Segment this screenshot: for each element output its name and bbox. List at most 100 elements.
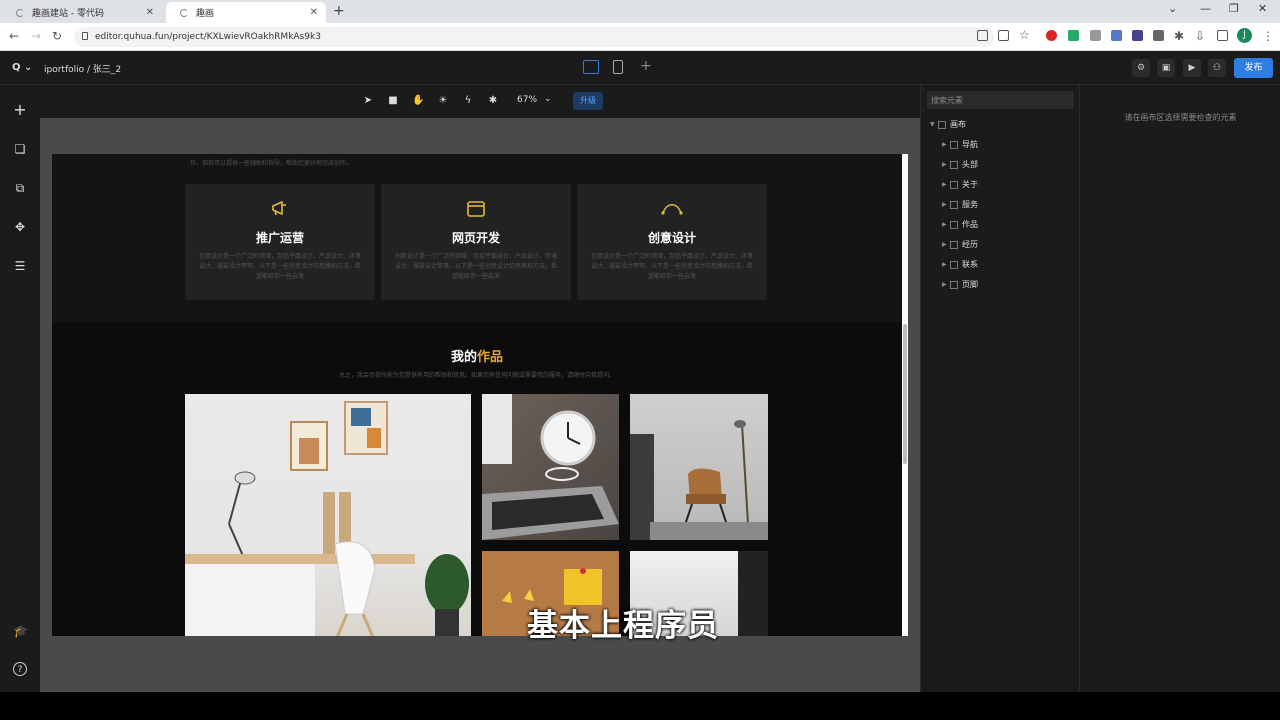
desktop-view-icon[interactable] (583, 60, 599, 74)
extension-icon[interactable] (1153, 30, 1164, 41)
download-icon[interactable]: ⇩ (1195, 29, 1205, 43)
address-bar: ← → ↻ editor.quhua.fun/project/KXLwievRO… (0, 23, 1280, 51)
service-description: 创意设计是一个广泛的领域，包括平面设计、产品设计、环境设计、服装设计等等。以下是… (591, 253, 754, 280)
sun-icon[interactable]: ☀ (437, 95, 449, 107)
layer-search-input[interactable] (927, 91, 1074, 109)
database-icon[interactable]: ☰ (13, 259, 27, 273)
extension-icon[interactable] (1046, 30, 1057, 41)
frame-icon (950, 160, 958, 169)
new-tab-icon[interactable]: + (333, 3, 345, 19)
editor-top-bar: Q ⌄ iportfolio / 张三_2 + ⚙ ▣ ▶ ⚇ 发布 (0, 51, 1280, 85)
star-icon[interactable]: ☆ (1019, 28, 1030, 42)
caret-right-icon[interactable]: ▶ (942, 261, 950, 268)
layer-label: 头部 (962, 160, 978, 169)
publish-button[interactable]: 发布 (1234, 58, 1273, 78)
left-rail: + ❏ ⧉ ✥ ☰ 🎓 ? (0, 85, 40, 692)
components-icon[interactable]: ✥ (13, 220, 27, 234)
reload-icon[interactable]: ↻ (52, 29, 62, 43)
layer-item[interactable]: ▶ 服务 (942, 199, 978, 210)
cursor-icon[interactable]: ➤ (362, 95, 374, 107)
sidebar-icon[interactable] (1217, 30, 1228, 41)
upgrade-button[interactable]: 升级 (573, 92, 603, 110)
scrollbar-thumb[interactable] (903, 324, 907, 464)
editor-canvas[interactable]: 作。但我可以提供一些辅助和指导，帮助您更好地完成创作。 推广运营 创意设计是一个… (40, 118, 920, 692)
url-field[interactable]: editor.quhua.fun/project/KXLwievROakhRMk… (74, 27, 994, 47)
play-icon[interactable]: ▶ (1183, 59, 1201, 77)
install-icon[interactable] (977, 30, 988, 41)
layer-item[interactable]: ▶ 作品 (942, 219, 978, 230)
puzzle-icon[interactable]: ✱ (487, 95, 499, 107)
megaphone-icon (185, 200, 375, 218)
lightning-icon[interactable]: ϟ (462, 95, 474, 107)
service-title: 推广运营 (255, 231, 304, 245)
caret-right-icon[interactable]: ▶ (942, 201, 950, 208)
pages-icon[interactable]: ❏ (13, 142, 27, 156)
breadcrumb[interactable]: iportfolio / 张三_2 (44, 62, 121, 75)
layers-icon[interactable]: ⧉ (13, 181, 27, 195)
extension-icon[interactable] (1132, 30, 1143, 41)
service-card[interactable]: 推广运营 创意设计是一个广泛的领域，包括平面设计、产品设计、环境设计、服装设计等… (185, 184, 375, 300)
caret-right-icon[interactable]: ▶ (942, 141, 950, 148)
share-icon[interactable] (998, 30, 1009, 41)
app-logo[interactable]: Q ⌄ (12, 62, 32, 73)
works-section[interactable]: 我的作品 总之，我会尽我所能为您提供有用的帮助和信息。如果您有任何问题或需要我的… (52, 322, 902, 636)
caret-right-icon[interactable]: ▶ (942, 221, 950, 228)
chevron-down-icon[interactable]: ⌄ (1168, 2, 1177, 15)
service-card[interactable]: 创意设计 创意设计是一个广泛的领域，包括平面设计、产品设计、环境设计、服装设计等… (577, 184, 767, 300)
page-preview[interactable]: 作。但我可以提供一些辅助和指导，帮助您更好地完成创作。 推广运营 创意设计是一个… (52, 154, 902, 636)
frame-icon (938, 120, 946, 129)
browser-tab-2[interactable]: 趣画 ✕ (166, 2, 326, 23)
loading-icon (180, 8, 188, 17)
users-icon[interactable]: ⚇ (1208, 59, 1226, 77)
service-card[interactable]: 网页开发 创意设计是一个广泛的领域，包括平面设计、产品设计、环境设计、服装设计等… (381, 184, 571, 300)
layer-item[interactable]: ▶ 联系 (942, 259, 978, 270)
layer-item[interactable]: ▶ 头部 (942, 159, 978, 170)
loading-icon (16, 8, 24, 17)
caret-right-icon[interactable]: ▶ (942, 161, 950, 168)
hand-icon[interactable]: ✋ (412, 95, 424, 107)
canvas-scrollbar[interactable] (902, 154, 908, 636)
frame-icon (950, 200, 958, 209)
caret-right-icon[interactable]: ▶ (942, 181, 950, 188)
layer-item[interactable]: ▶ 页脚 (942, 279, 978, 290)
forward-icon[interactable]: → (31, 29, 41, 43)
close-window-icon[interactable]: ✕ (1258, 2, 1267, 15)
extension-icon[interactable] (1111, 30, 1122, 41)
frame-icon (950, 280, 958, 289)
restore-icon[interactable]: ❐ (1229, 2, 1239, 15)
work-image-chair[interactable] (630, 394, 768, 540)
avatar[interactable]: J (1237, 28, 1252, 43)
help-icon[interactable]: ? (13, 662, 27, 676)
layer-item[interactable]: ▶ 经历 (942, 239, 978, 250)
back-icon[interactable]: ← (9, 29, 19, 43)
caret-right-icon[interactable]: ▶ (942, 281, 950, 288)
zoom-level[interactable]: 67% (517, 95, 537, 105)
extension-icon[interactable] (1090, 30, 1101, 41)
layer-item[interactable]: ▶ 关于 (942, 179, 978, 190)
bezier-curve-icon (577, 200, 767, 218)
minimize-icon[interactable]: — (1200, 2, 1211, 15)
add-device-icon[interactable]: + (640, 58, 652, 74)
close-icon[interactable]: ✕ (310, 7, 318, 18)
caret-down-icon[interactable]: ▼ (930, 121, 938, 128)
chevron-down-icon[interactable]: ⌄ (544, 94, 552, 104)
settings-icon[interactable]: ⚙ (1132, 59, 1150, 77)
extension-icon[interactable] (1068, 30, 1079, 41)
graduation-cap-icon[interactable]: 🎓 (13, 624, 28, 638)
close-icon[interactable]: ✕ (146, 7, 154, 18)
mobile-view-icon[interactable] (613, 60, 623, 74)
browser-tab-1[interactable]: 趣画建站 - 零代码 ✕ (2, 2, 162, 23)
puzzle-icon[interactable]: ✱ (1174, 29, 1184, 43)
service-title: 网页开发 (451, 231, 500, 245)
menu-icon[interactable]: ⋮ (1262, 29, 1274, 43)
tab-title: 趣画建站 - 零代码 (32, 9, 104, 19)
layer-root[interactable]: ▼ 画布 (930, 119, 966, 130)
browser-tab-bar: 趣画建站 - 零代码 ✕ 趣画 ✕ + ⌄ — ❐ ✕ (0, 0, 1280, 23)
layer-item[interactable]: ▶ 导航 (942, 139, 978, 150)
save-icon[interactable]: ▣ (1157, 59, 1175, 77)
add-icon[interactable]: + (13, 102, 27, 118)
work-image-desk[interactable] (185, 394, 471, 636)
square-icon[interactable]: ■ (387, 95, 399, 107)
work-image-clock[interactable] (482, 394, 619, 540)
caret-right-icon[interactable]: ▶ (942, 241, 950, 248)
